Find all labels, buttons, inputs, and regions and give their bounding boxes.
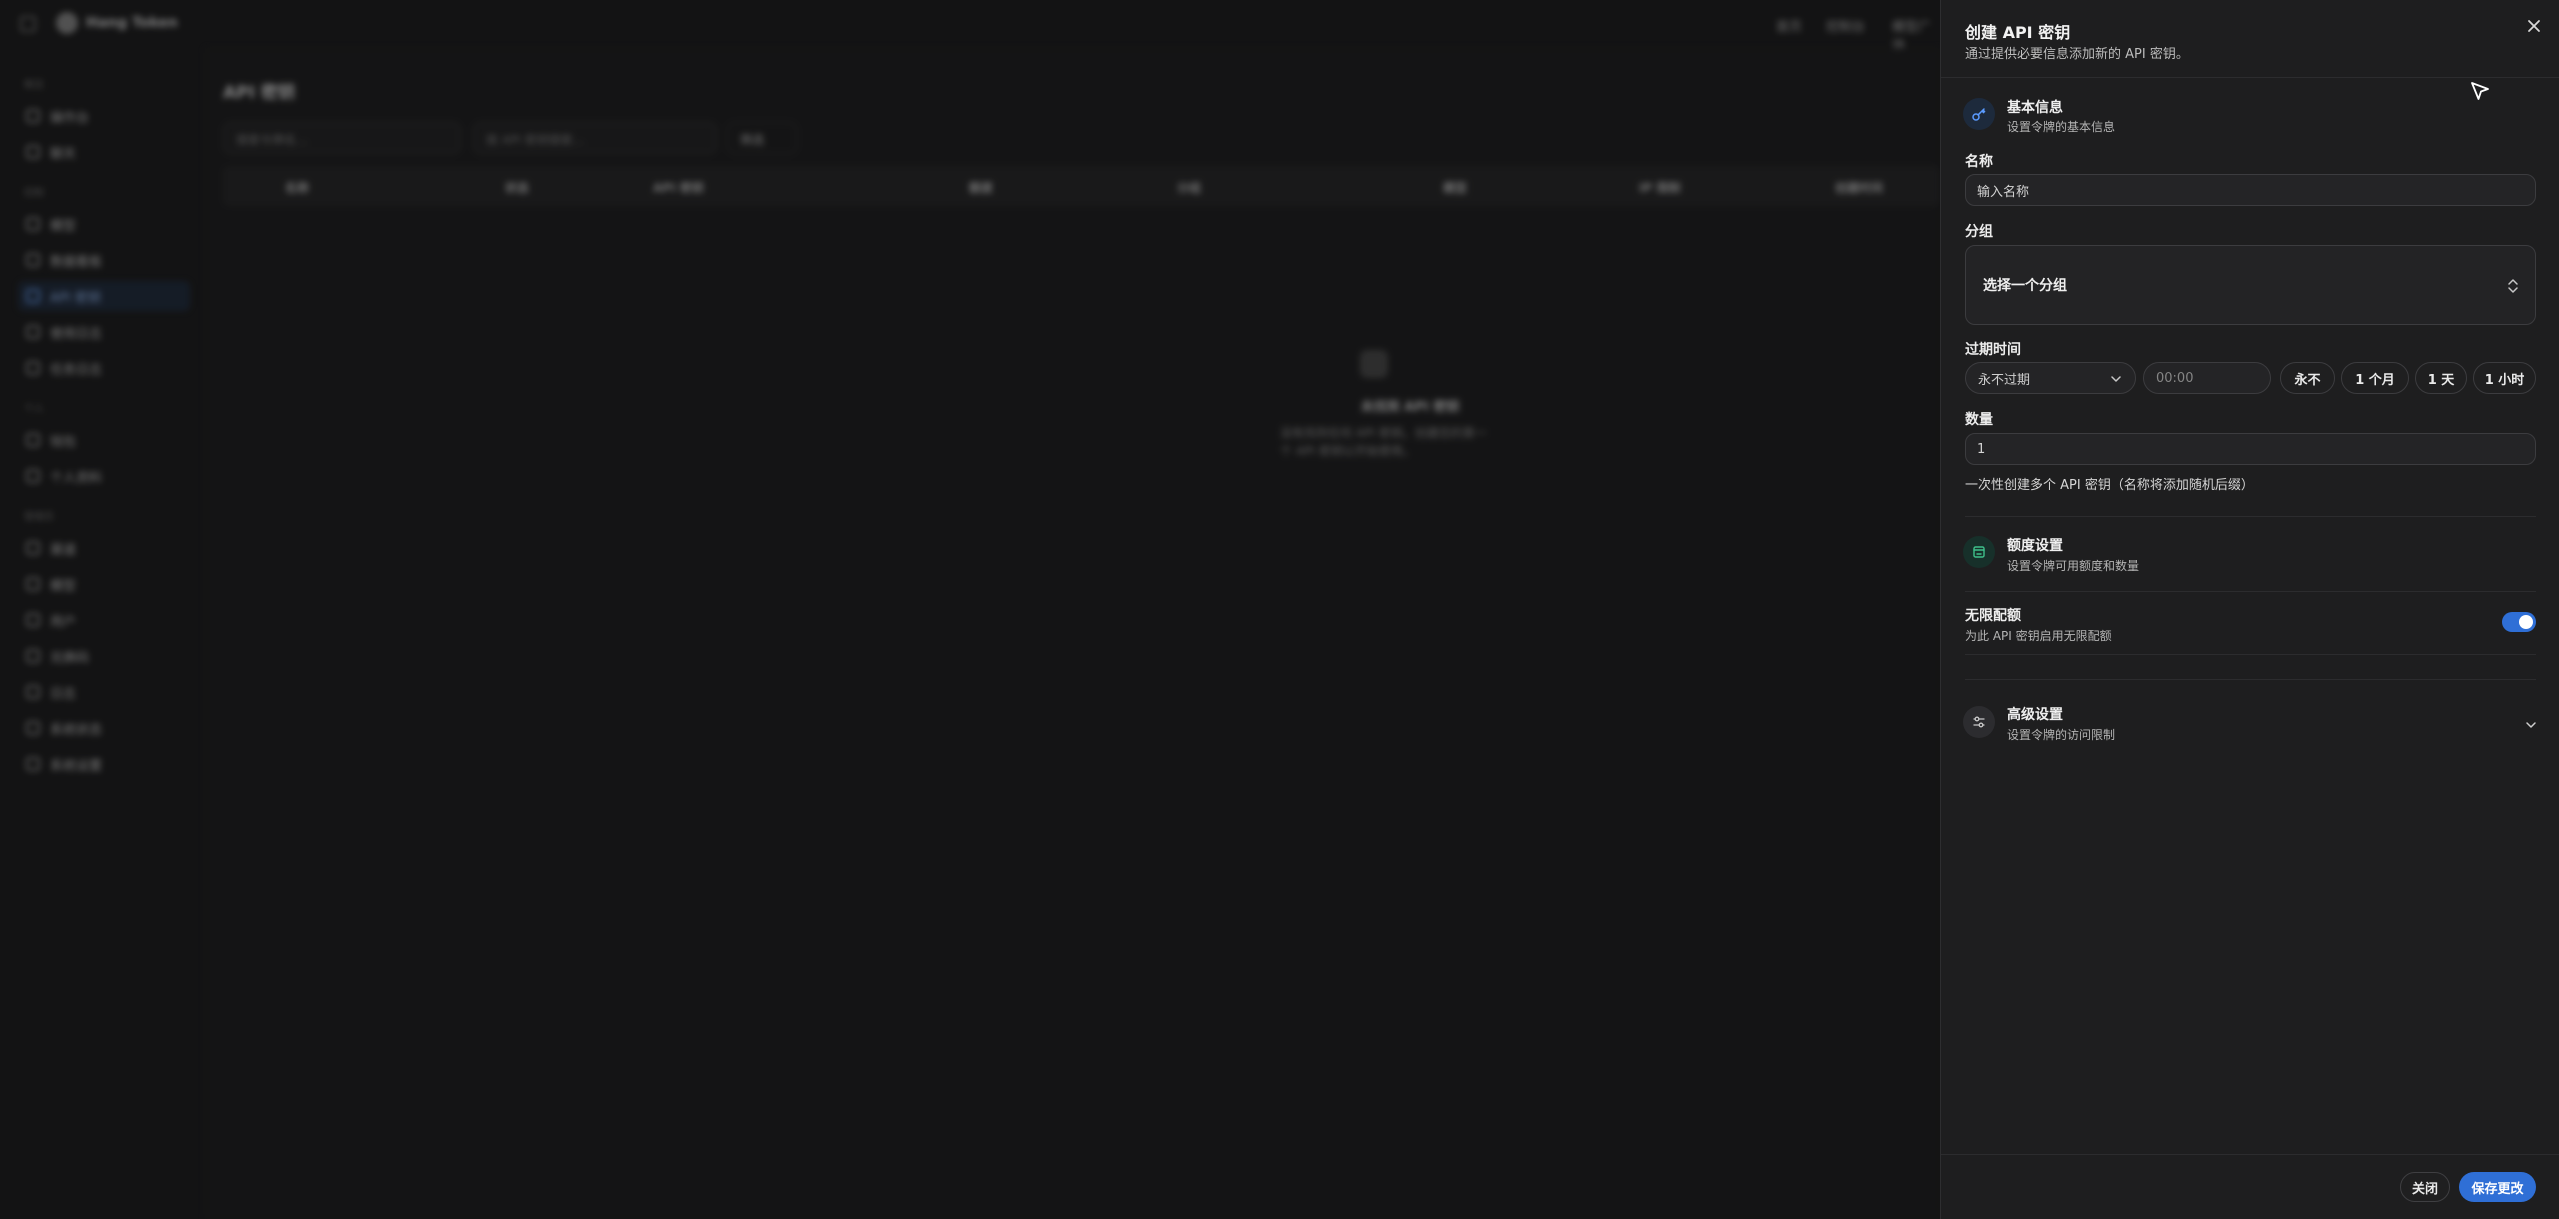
chevron-down-icon[interactable] <box>2524 718 2538 732</box>
advanced-title[interactable]: 高级设置 <box>2007 704 2063 724</box>
chevron-down-icon <box>2111 376 2121 382</box>
header-divider <box>1941 77 2559 78</box>
drawer-description: 通过提供必要信息添加新的 API 密钥。 <box>1965 47 2189 62</box>
toggle-knob <box>2519 615 2533 629</box>
section-divider <box>1965 654 2536 655</box>
wallet-icon <box>1963 536 1995 568</box>
group-select[interactable]: 选择一个分组 <box>1965 245 2536 325</box>
section-divider <box>1965 679 2536 680</box>
footer-divider <box>1941 1154 2559 1155</box>
expire-select-value: 永不过期 <box>1978 372 2031 388</box>
name-label: 名称 <box>1965 154 1993 170</box>
unlimited-quota-description: 为此 API 密钥启用无限配额 <box>1965 629 2112 643</box>
expire-label: 过期时间 <box>1965 342 2021 358</box>
close-button[interactable]: 关闭 <box>2400 1172 2450 1202</box>
create-api-key-drawer: 创建 API 密钥 通过提供必要信息添加新的 API 密钥。 基本信息 设置令牌… <box>1940 0 2559 1219</box>
group-label: 分组 <box>1965 224 1993 240</box>
name-input[interactable]: 输入名称 <box>1965 174 2536 206</box>
modal-overlay[interactable] <box>0 0 1940 1219</box>
section-divider <box>1965 591 2536 592</box>
advanced-subtitle: 设置令牌的访问限制 <box>2007 728 2116 742</box>
expire-select[interactable]: 永不过期 <box>1965 362 2136 394</box>
drawer-title: 创建 API 密钥 <box>1965 23 2071 42</box>
quota-subtitle: 设置令牌可用额度和数量 <box>2007 559 2140 573</box>
quantity-hint: 一次性创建多个 API 密钥（名称将添加随机后缀） <box>1965 478 2254 493</box>
section-divider <box>1965 516 2536 517</box>
group-select-value: 选择一个分组 <box>1983 278 2067 294</box>
chevron-up-down-icon <box>2508 279 2518 293</box>
expire-option-1-hour[interactable]: 1 小时 <box>2473 362 2536 394</box>
close-icon[interactable] <box>2524 16 2544 36</box>
quantity-input[interactable]: 1 <box>1965 433 2536 465</box>
expire-time-input[interactable]: 00:00 <box>2143 362 2271 394</box>
key-icon <box>1963 98 1995 130</box>
basic-info-subtitle: 设置令牌的基本信息 <box>2007 120 2116 134</box>
save-button[interactable]: 保存更改 <box>2459 1172 2536 1202</box>
expire-option-1-day[interactable]: 1 天 <box>2415 362 2467 394</box>
mouse-cursor-icon <box>2471 82 2489 100</box>
quantity-label: 数量 <box>1965 412 1993 428</box>
unlimited-quota-label: 无限配额 <box>1965 608 2021 624</box>
app-root: Hang Token 首页 控制台 模型广场 概览 操作台 聊天 控制 模型 数… <box>0 0 2559 1219</box>
expire-option-1-month[interactable]: 1 个月 <box>2341 362 2409 394</box>
quota-title: 额度设置 <box>2007 538 2063 554</box>
sliders-icon <box>1963 706 1995 738</box>
unlimited-quota-toggle[interactable] <box>2502 612 2536 632</box>
basic-info-title: 基本信息 <box>2007 100 2063 116</box>
expire-option-never[interactable]: 永不 <box>2280 362 2335 394</box>
